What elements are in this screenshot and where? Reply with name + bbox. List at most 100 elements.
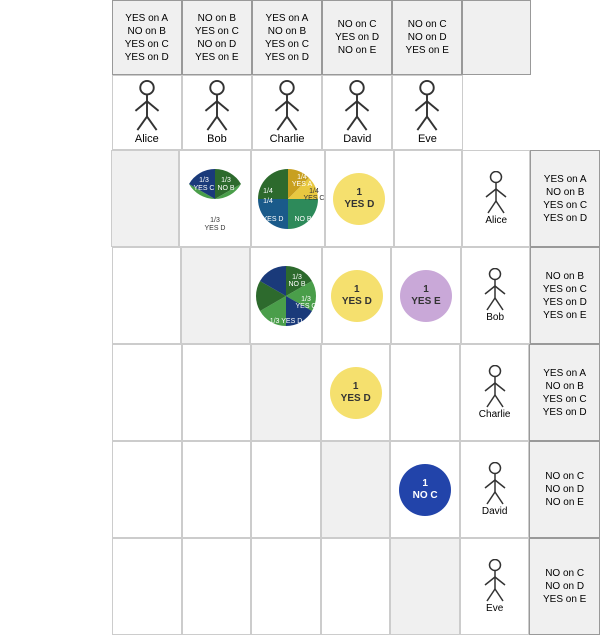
cell-charlie-david: 1YES D [321,344,390,441]
svg-text:YES D: YES D [205,225,226,232]
svg-text:1/3 YES D: 1/3 YES D [270,318,303,325]
right-person-empty [463,75,532,150]
right-person-bob: Bob [461,247,530,344]
cell-eve-eve [390,538,459,635]
svg-text:1/3: 1/3 [199,177,209,184]
alice-figure-right [480,171,512,215]
right-label-eve: NO on CNO on DYES on E [529,538,600,635]
circle-charlie-david: 1YES D [330,367,382,419]
person-alice-top: Alice [112,75,182,150]
col-header-eve: NO on CNO on DYES on E [392,0,462,75]
cell-charlie-charlie [251,344,320,441]
cell-david-bob [182,441,251,538]
corner-empty [531,0,600,75]
col-header-charlie: YES on ANO on BYES on CYES on D [252,0,322,75]
eve-row-left-empty [0,538,112,635]
cell-david-charlie [251,441,320,538]
cell-david-eve: 1NO C [390,441,459,538]
eve-name-top: Eve [418,133,437,145]
svg-text:1/3: 1/3 [210,217,220,224]
right-person-alice: Alice [462,150,530,247]
charlie-row-left-empty [0,344,112,441]
svg-text:YES C: YES C [194,185,215,192]
alice-row-left-empty [0,150,111,247]
charlie-name-top: Charlie [270,133,305,145]
cell-alice-charlie: 1/4 YES A 1/4 YES C NO B YES D 1/4 1/4 [251,150,325,247]
top-left-empty [0,0,112,75]
svg-text:NO B: NO B [295,216,312,223]
right-person-david: David [460,441,529,538]
circle-david-eve: 1NO C [399,464,451,516]
right-label-charlie: YES on ANO on BYES on CYES on D [529,344,600,441]
cell-eve-alice [112,538,181,635]
cell-charlie-bob [182,344,251,441]
cell-eve-bob [182,538,251,635]
cell-alice-alice [111,150,179,247]
cell-bob-eve: 1YES E [391,247,460,344]
eve-figure-top [407,80,447,133]
person-bob-top: Bob [182,75,252,150]
svg-text:YES C: YES C [304,195,325,202]
alice-name-top: Alice [135,133,159,145]
svg-text:1/3: 1/3 [292,274,302,281]
bob-name-top: Bob [207,133,227,145]
david-figure-right [479,462,511,506]
svg-text:1/4: 1/4 [297,174,307,181]
col-header-alice: YES on ANO on BYES on CYES on D [112,0,182,75]
right-person-charlie: Charlie [460,344,529,441]
cell-bob-charlie: 1/3 NO B 1/3 YES C 1/3 YES D [250,247,322,344]
david-figure-top [337,80,377,133]
person-david-top: David [322,75,392,150]
bob-figure-right [479,268,511,312]
cell-bob-alice [112,247,181,344]
bob-name-right: Bob [486,312,504,323]
right-label-empty [531,75,600,150]
eve-figure-right [479,559,511,603]
cell-eve-charlie [251,538,320,635]
cell-alice-david: 1YES D [325,150,393,247]
cell-charlie-eve [390,344,459,441]
cell-bob-bob [181,247,250,344]
cell-charlie-alice [112,344,181,441]
svg-text:YES C: YES C [296,303,317,310]
svg-text:1/3: 1/3 [221,177,231,184]
svg-text:NO B: NO B [218,185,235,192]
left-empty [0,75,112,150]
pie-alice-bob: 1/3 NO B 1/3 YES C 1/3 YES D [180,164,250,234]
cell-david-alice [112,441,181,538]
alice-figure-top [127,80,167,133]
right-label-bob: NO on BYES on CYES on DYES on E [530,247,600,344]
svg-text:1/4: 1/4 [309,188,319,195]
person-eve-top: Eve [392,75,462,150]
circle-bob-david: 1YES D [331,270,383,322]
circle-bob-eve: 1YES E [400,270,452,322]
right-person-eve: Eve [460,538,529,635]
pie-bob-charlie: 1/3 NO B 1/3 YES C 1/3 YES D [251,261,321,331]
corner-label [462,0,531,75]
right-label-david: NO on CNO on DNO on E [529,441,600,538]
cell-bob-david: 1YES D [322,247,391,344]
charlie-name-right: Charlie [479,409,511,420]
svg-text:1/3: 1/3 [301,296,311,303]
alice-name-right: Alice [485,215,507,226]
col-header-bob: NO on BYES on CNO on DYES on E [182,0,252,75]
cell-eve-david [321,538,390,635]
cell-alice-bob: 1/3 NO B 1/3 YES C 1/3 YES D [179,150,251,247]
charlie-figure-top [267,80,307,133]
person-charlie-top: Charlie [252,75,322,150]
cell-alice-eve [394,150,462,247]
bob-row-left-empty [0,247,112,344]
svg-text:1/4: 1/4 [263,198,273,205]
svg-text:YES A: YES A [292,181,313,188]
right-label-alice: YES on ANO on BYES on CYES on D [530,150,600,247]
col-header-david: NO on CYES on DNO on E [322,0,392,75]
david-name-right: David [482,506,508,517]
cell-david-david [321,441,390,538]
svg-text:NO B: NO B [289,281,306,288]
svg-text:YES D: YES D [263,216,284,223]
david-row-left-empty [0,441,112,538]
pie-alice-charlie: 1/4 YES A 1/4 YES C NO B YES D 1/4 1/4 [252,163,324,235]
charlie-figure-right [479,365,511,409]
bob-figure-top [197,80,237,133]
david-name-top: David [343,133,371,145]
